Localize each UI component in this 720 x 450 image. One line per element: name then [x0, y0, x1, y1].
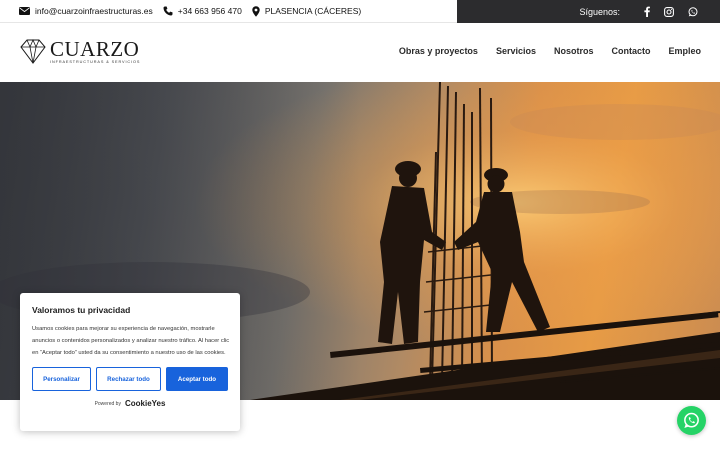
- topbar: info@cuarzoinfraestructuras.es +34 663 9…: [0, 0, 720, 23]
- phone-link[interactable]: +34 663 956 470: [163, 6, 242, 16]
- email-text: info@cuarzoinfraestructuras.es: [35, 6, 153, 16]
- site-logo[interactable]: CUARZO INFRAESTRUCTURAS & SERVICIOS: [19, 37, 140, 65]
- customize-button[interactable]: Personalizar: [32, 367, 91, 391]
- powered-by-label: Powered by: [94, 400, 121, 407]
- logo-tagline: INFRAESTRUCTURAS & SERVICIOS: [50, 59, 141, 64]
- whatsapp-link[interactable]: [688, 6, 698, 17]
- nav-item-nosotros[interactable]: Nosotros: [554, 46, 594, 56]
- map-pin-icon: [252, 5, 260, 17]
- diamond-logo-icon: [20, 38, 46, 64]
- cookie-consent-banner: Valoramos tu privacidad Usamos cookies p…: [20, 293, 240, 431]
- phone-text: +34 663 956 470: [177, 6, 242, 16]
- facebook-icon: [644, 6, 650, 17]
- nav-item-contacto[interactable]: Contacto: [611, 46, 650, 56]
- accept-all-button[interactable]: Aceptar todo: [166, 367, 228, 391]
- social-bar: Síguenos:: [457, 0, 720, 23]
- location-info: PLASENCIA (CÁCERES): [252, 5, 362, 17]
- instagram-link[interactable]: [664, 6, 674, 17]
- email-link[interactable]: info@cuarzoinfraestructuras.es: [19, 6, 153, 16]
- whatsapp-chat-button[interactable]: [677, 406, 706, 435]
- follow-label: Síguenos:: [579, 6, 620, 17]
- facebook-link[interactable]: [644, 6, 650, 17]
- cookie-button-group: Personalizar Rechazar todo Aceptar todo: [32, 367, 228, 391]
- nav-item-obras-y-proyectos[interactable]: Obras y proyectos: [399, 46, 478, 56]
- envelope-icon: [19, 7, 30, 15]
- instagram-icon: [664, 6, 674, 17]
- cookie-description: Usamos cookies para mejorar su experienc…: [32, 326, 230, 356]
- contact-bar: info@cuarzoinfraestructuras.es +34 663 9…: [0, 0, 457, 23]
- powered-by: Powered by CookieYes: [32, 399, 228, 408]
- phone-icon: [163, 6, 173, 16]
- nav-item-empleo[interactable]: Empleo: [668, 46, 701, 56]
- reject-all-button[interactable]: Rechazar todo: [96, 367, 161, 391]
- main-header: CUARZO INFRAESTRUCTURAS & SERVICIOS Obra…: [0, 23, 720, 82]
- logo-name: CUARZO: [50, 36, 140, 61]
- whatsapp-icon: [684, 412, 699, 428]
- main-nav: Obras y proyectos Servicios Nosotros Con…: [381, 46, 701, 56]
- cookie-title: Valoramos tu privacidad: [32, 305, 131, 315]
- location-text: PLASENCIA (CÁCERES): [264, 6, 362, 16]
- whatsapp-icon: [688, 6, 698, 16]
- cookieyes-logo[interactable]: CookieYes: [125, 399, 165, 408]
- nav-item-servicios[interactable]: Servicios: [496, 46, 536, 56]
